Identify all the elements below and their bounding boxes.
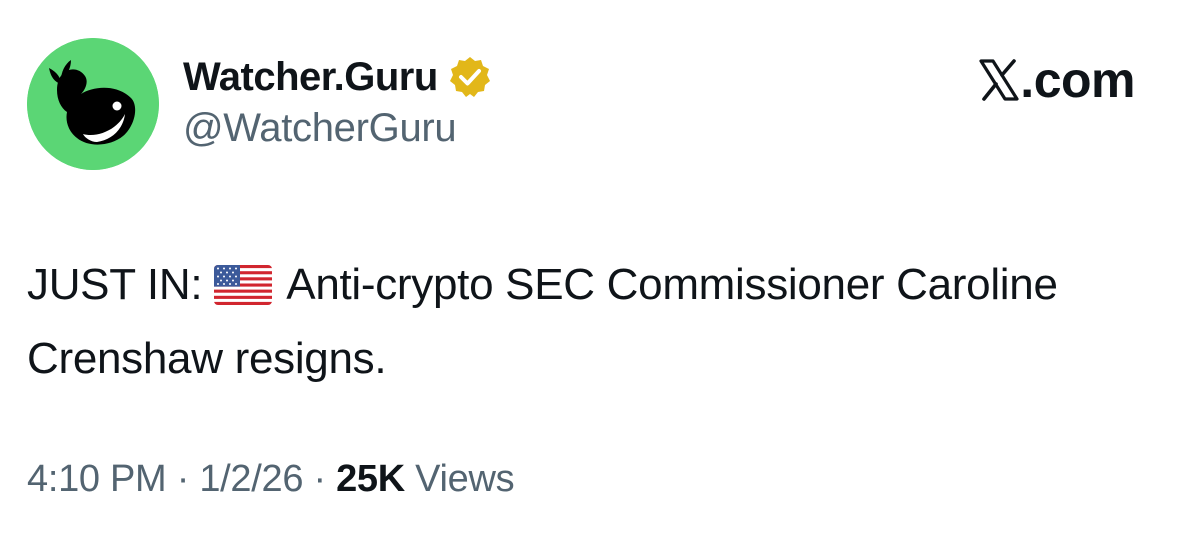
tweet-meta: 4:10 PM · 1/2/26 · 25K Views xyxy=(27,458,515,501)
user-handle[interactable]: @WatcherGuru xyxy=(183,106,457,151)
whale-logo-icon xyxy=(27,38,159,170)
tweet-card: Watcher.Guru @WatcherGuru .com JUST IN: xyxy=(0,0,1199,534)
views-count: 25K xyxy=(336,458,405,500)
us-flag-icon xyxy=(214,265,273,305)
tweet-body: JUST IN: Anti-crypto SEC Commissioner Ca xyxy=(27,248,1127,396)
tweet-time[interactable]: 4:10 PM xyxy=(27,458,167,500)
brand-text: .com xyxy=(1020,52,1135,108)
tweet-text-prefix: JUST IN: xyxy=(27,260,203,309)
display-name-row[interactable]: Watcher.Guru xyxy=(183,52,492,102)
brand-watermark: .com xyxy=(979,52,1135,108)
tweet-date[interactable]: 1/2/26 xyxy=(199,458,303,500)
x-logo-icon xyxy=(979,59,1019,101)
verified-badge-icon xyxy=(448,55,492,99)
meta-separator: · xyxy=(176,458,190,500)
meta-separator: · xyxy=(313,458,326,500)
display-name[interactable]: Watcher.Guru xyxy=(183,55,438,100)
avatar[interactable] xyxy=(27,38,159,170)
views-label: Views xyxy=(415,458,515,500)
